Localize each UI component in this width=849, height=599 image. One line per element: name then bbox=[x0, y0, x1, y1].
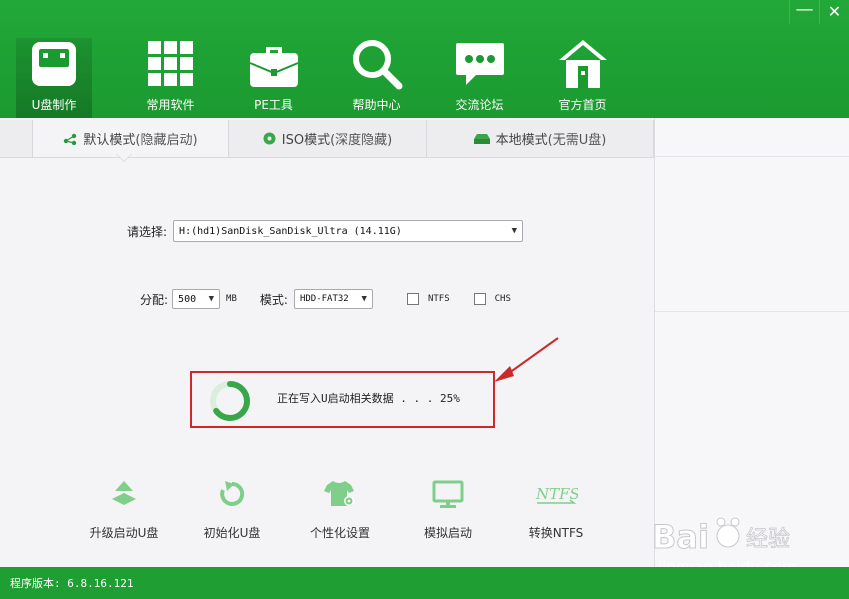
tool-bar: 升级启动U盘 初始化U盘 个性化设置 模拟启动 NTFS 转换NTFS bbox=[72, 476, 612, 541]
chat-bubble-icon bbox=[452, 38, 508, 90]
tab-subtitle: (隐藏启动) bbox=[135, 133, 198, 148]
tab-title: 默认模式 bbox=[83, 133, 136, 148]
annotation-arrow bbox=[494, 337, 559, 382]
device-label: 请选择: bbox=[127, 224, 168, 239]
tool-label: 模拟启动 bbox=[423, 526, 472, 540]
tab-default-mode[interactable]: 默认模式 (隐藏启动) bbox=[32, 120, 229, 157]
checkbox-box[interactable] bbox=[473, 293, 486, 305]
mode-select-value: HDD-FAT32 bbox=[299, 294, 349, 304]
chevron-down-icon: ▼ bbox=[511, 226, 518, 236]
monitor-icon bbox=[432, 476, 464, 512]
tab-title: 本地模式 bbox=[495, 133, 548, 148]
usb-drive-icon bbox=[26, 38, 82, 90]
tab-subtitle: (深度隐藏) bbox=[330, 133, 393, 148]
alloc-size-select[interactable]: 500 ▼ bbox=[172, 289, 221, 309]
share-nodes-icon bbox=[63, 133, 77, 145]
tool-label: 升级启动U盘 bbox=[89, 526, 159, 540]
ntfs-icon: NTFS bbox=[534, 476, 578, 512]
nav-label: 帮助中心 bbox=[352, 98, 401, 112]
chs-checkbox-label: CHS bbox=[494, 294, 511, 304]
personalize-button[interactable]: 个性化设置 bbox=[288, 476, 392, 541]
alloc-unit: MB bbox=[226, 294, 237, 304]
nav-label: PE工具 bbox=[254, 98, 293, 112]
progress-status-text: 正在写入U启动相关数据 . . . 25% bbox=[277, 392, 460, 405]
device-row: 请选择: H:(hd1)SanDisk_SanDisk_Ultra (14.11… bbox=[127, 220, 524, 242]
divider bbox=[655, 156, 849, 157]
tool-label: 个性化设置 bbox=[309, 526, 370, 540]
divider bbox=[655, 311, 849, 312]
svg-text:Bai: Bai bbox=[652, 518, 709, 556]
tool-label: 初始化U盘 bbox=[203, 526, 261, 540]
disc-icon bbox=[263, 132, 276, 145]
init-usb-button[interactable]: 初始化U盘 bbox=[180, 476, 284, 541]
tab-title: ISO模式 bbox=[281, 133, 331, 148]
toolbox-icon bbox=[246, 38, 302, 90]
drive-icon bbox=[473, 133, 490, 145]
checkbox-box[interactable] bbox=[406, 293, 419, 305]
tab-pointer-fill bbox=[117, 154, 131, 161]
options-row: 分配: 500 ▼ MB 模式: HDD-FAT32 ▼ NTFS CHS bbox=[140, 289, 511, 309]
mode-select[interactable]: HDD-FAT32 ▼ bbox=[293, 289, 373, 309]
ntfs-checkbox[interactable]: NTFS bbox=[406, 293, 450, 305]
convert-ntfs-button[interactable]: NTFS 转换NTFS bbox=[504, 476, 608, 541]
close-button[interactable]: ✕ bbox=[819, 0, 849, 24]
search-icon bbox=[349, 38, 405, 90]
nav-item-pe-tools[interactable]: PE工具 bbox=[222, 38, 325, 118]
apps-grid-icon bbox=[143, 38, 199, 90]
nav-label: U盘制作 bbox=[31, 98, 77, 112]
header-bar: — ✕ U盘制作 常用软件 PE工具 帮助中心 交流论坛 官方首页 bbox=[0, 0, 849, 118]
minimize-button[interactable]: — bbox=[789, 0, 819, 24]
nav-label: 官方首页 bbox=[558, 98, 607, 112]
upgrade-icon bbox=[109, 476, 139, 512]
tab-iso-mode[interactable]: ISO模式 (深度隐藏) bbox=[229, 120, 427, 157]
ntfs-checkbox-label: NTFS bbox=[427, 294, 450, 304]
loading-spinner-icon bbox=[210, 381, 250, 421]
nav-label: 常用软件 bbox=[146, 98, 195, 112]
nav-item-usb-make[interactable]: U盘制作 bbox=[16, 38, 92, 118]
device-select[interactable]: H:(hd1)SanDisk_SanDisk_Ultra (14.11G) ▼ bbox=[173, 220, 524, 242]
alloc-label: 分配: bbox=[140, 292, 169, 307]
upgrade-usb-button[interactable]: 升级启动U盘 bbox=[72, 476, 176, 541]
progress-panel: 正在写入U启动相关数据 . . . 25% bbox=[190, 371, 495, 428]
tool-label: 转换NTFS bbox=[528, 526, 584, 540]
tab-local-mode[interactable]: 本地模式 (无需U盘) bbox=[427, 120, 654, 157]
chs-checkbox[interactable]: CHS bbox=[473, 293, 511, 305]
nav-item-forum[interactable]: 交流论坛 bbox=[428, 38, 531, 118]
tshirt-gear-icon bbox=[323, 476, 357, 512]
app-window: — ✕ U盘制作 常用软件 PE工具 帮助中心 交流论坛 官方首页 默认模式 (… bbox=[0, 0, 849, 599]
main-nav: U盘制作 常用软件 PE工具 帮助中心 交流论坛 官方首页 bbox=[16, 38, 634, 118]
reset-icon bbox=[217, 476, 247, 512]
nav-item-software[interactable]: 常用软件 bbox=[119, 38, 222, 118]
status-bar: 程序版本: 6.8.16.121 bbox=[0, 567, 849, 599]
svg-text:经验: 经验 bbox=[746, 527, 790, 552]
home-icon bbox=[555, 38, 611, 90]
simulate-boot-button[interactable]: 模拟启动 bbox=[396, 476, 500, 541]
watermark-logo: Bai 经验 bbox=[652, 517, 790, 557]
side-panel bbox=[654, 118, 849, 567]
chevron-down-icon: ▼ bbox=[208, 294, 215, 304]
nav-item-help[interactable]: 帮助中心 bbox=[325, 38, 428, 118]
mode-tabs: 默认模式 (隐藏启动) ISO模式 (深度隐藏) 本地模式 (无需U盘) bbox=[0, 120, 654, 158]
tab-subtitle: (无需U盘) bbox=[547, 133, 607, 148]
window-controls: — ✕ bbox=[789, 0, 849, 24]
chevron-down-icon: ▼ bbox=[361, 294, 367, 304]
nav-label: 交流论坛 bbox=[455, 98, 504, 112]
version-text: 程序版本: 6.8.16.121 bbox=[10, 577, 134, 590]
device-select-value: H:(hd1)SanDisk_SanDisk_Ultra (14.11G) bbox=[179, 225, 402, 237]
main-content: 默认模式 (隐藏启动) ISO模式 (深度隐藏) 本地模式 (无需U盘) 请选择… bbox=[0, 118, 849, 576]
alloc-size-value: 500 bbox=[178, 293, 197, 305]
mode-label: 模式: bbox=[259, 292, 288, 307]
nav-item-homepage[interactable]: 官方首页 bbox=[531, 38, 634, 118]
